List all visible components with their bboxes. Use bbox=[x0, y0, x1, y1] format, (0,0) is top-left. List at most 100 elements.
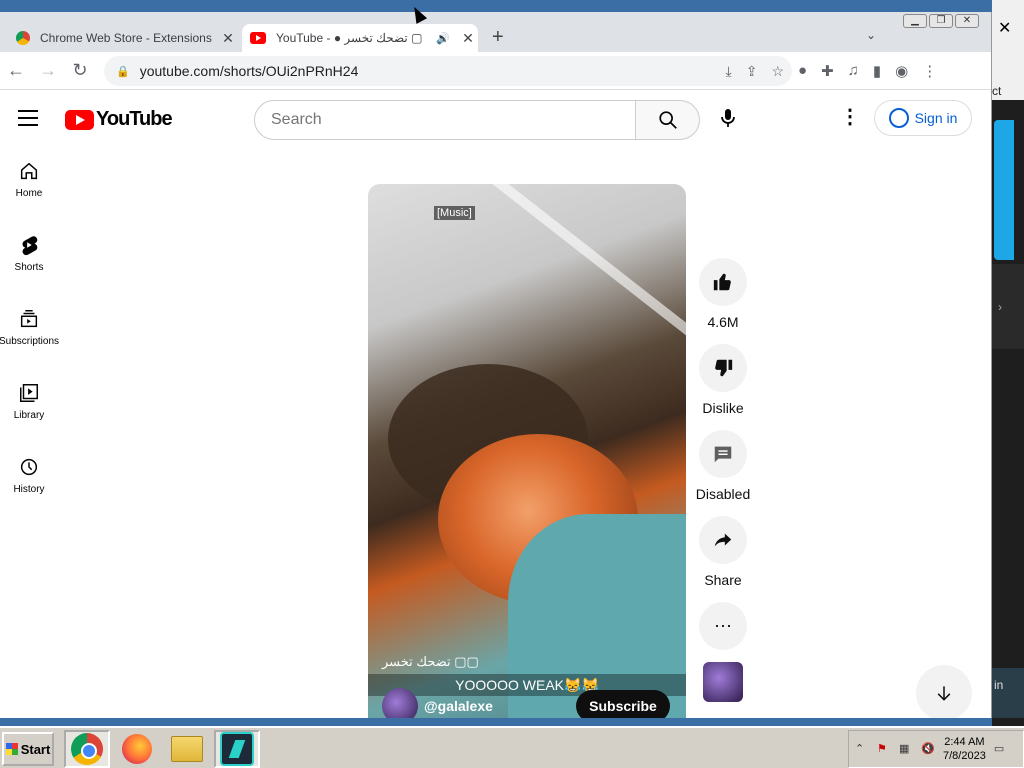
clock-time: 2:44 AM bbox=[944, 736, 985, 748]
dislike-label: Dislike bbox=[702, 400, 744, 416]
background-window-text: ct bbox=[992, 84, 1002, 98]
microphone-icon[interactable] bbox=[716, 106, 740, 130]
firefox-icon bbox=[122, 734, 152, 764]
sign-in-label: Sign in bbox=[914, 110, 958, 126]
taskbar-explorer[interactable] bbox=[164, 730, 210, 768]
install-app-icon[interactable]: ⤓ bbox=[726, 63, 732, 80]
youtube-header: YouTube ⋮ Sign in bbox=[0, 90, 991, 146]
forward-button[interactable]: → bbox=[32, 60, 64, 81]
subscribe-button[interactable]: Subscribe bbox=[576, 690, 670, 718]
extension-bulb-icon[interactable]: ● bbox=[798, 62, 807, 80]
video-title[interactable]: تضحك تخسر ▢▢ bbox=[382, 654, 479, 670]
new-tab-button[interactable]: + bbox=[492, 26, 504, 49]
taskbar-firefox[interactable] bbox=[114, 730, 160, 768]
sidebar-item-label: History bbox=[13, 484, 45, 495]
sound-avatar[interactable] bbox=[703, 662, 743, 702]
search-button[interactable] bbox=[636, 100, 700, 140]
comments-action: Disabled bbox=[696, 430, 750, 504]
tab-title: Chrome Web Store - Extensions bbox=[40, 31, 212, 45]
sidebar-item-library[interactable]: Library bbox=[0, 368, 58, 442]
tab-search-chevron-icon[interactable]: ⌄ bbox=[866, 28, 876, 42]
settings-kebab-icon[interactable]: ⋮ bbox=[840, 104, 860, 129]
address-bar[interactable]: 🔒 youtube.com/shorts/OUi2nPRnH24 ⤓ ⇪ ☆ bbox=[104, 56, 792, 86]
shorts-video-player[interactable]: [Music] تضحك تخسر ▢▢ YOOOOO WEAK😹😹 @gala… bbox=[368, 184, 686, 718]
sidebar-item-shorts[interactable]: Shorts bbox=[0, 220, 58, 294]
youtube-play-icon bbox=[65, 109, 94, 130]
security-alert-icon[interactable]: ⚑ bbox=[877, 742, 891, 756]
search-input[interactable] bbox=[254, 100, 636, 140]
close-window-button[interactable]: ✕ bbox=[955, 14, 979, 28]
tab-chrome-web-store[interactable]: Chrome Web Store - Extensions ✕ bbox=[8, 24, 238, 52]
lock-icon[interactable]: 🔒 bbox=[116, 65, 130, 78]
profile-icon[interactable]: ◉ bbox=[895, 62, 908, 80]
speaker-icon[interactable]: 🔊 bbox=[436, 32, 450, 45]
back-button[interactable]: ← bbox=[0, 60, 32, 81]
start-button[interactable]: Start bbox=[2, 732, 54, 766]
system-tray: ⌃ ⚑ ▦ 🔇 2:44 AM 7/8/2023 ▭ bbox=[848, 730, 1024, 768]
minimize-button[interactable]: ▁ bbox=[903, 14, 927, 28]
close-icon[interactable]: ✕ bbox=[998, 18, 1011, 38]
menu-icon[interactable] bbox=[18, 110, 38, 131]
comments-label: Disabled bbox=[695, 486, 751, 502]
sidebar-item-subscriptions[interactable]: Subscriptions bbox=[0, 294, 60, 368]
reload-button[interactable]: ↻ bbox=[64, 60, 96, 81]
taskbar-filmora[interactable] bbox=[214, 730, 260, 768]
tab-youtube[interactable]: YouTube - ● تضحك تخسر ▢ 🔊 ✕ bbox=[242, 24, 478, 52]
volume-muted-icon[interactable]: 🔇 bbox=[921, 742, 935, 756]
arrow-down-icon bbox=[937, 686, 951, 701]
dislike-action: Dislike bbox=[699, 344, 747, 418]
sidebar-item-label: Subscriptions bbox=[0, 336, 60, 347]
start-label: Start bbox=[20, 741, 51, 757]
like-button[interactable] bbox=[699, 258, 747, 306]
comment-icon bbox=[714, 446, 732, 463]
share-action: Share bbox=[699, 516, 747, 590]
youtube-logo[interactable]: YouTube bbox=[65, 108, 173, 131]
more-options-icon[interactable]: ⋯ bbox=[699, 602, 747, 650]
bookmark-star-icon[interactable]: ☆ bbox=[771, 63, 784, 80]
shorts-action-bar: 4.6M Dislike Disabled Share ⋯ bbox=[696, 258, 750, 702]
more-action: ⋯ bbox=[699, 602, 747, 650]
media-control-icon[interactable]: ♫ bbox=[848, 62, 859, 80]
channel-avatar[interactable] bbox=[382, 688, 418, 718]
chrome-icon bbox=[71, 733, 103, 765]
channel-info[interactable]: @galalexe bbox=[382, 688, 493, 718]
clock-date: 7/8/2023 bbox=[943, 750, 986, 762]
search-bar bbox=[254, 100, 700, 140]
background-window-arrow: › bbox=[992, 264, 1024, 349]
tab-close-icon[interactable]: ✕ bbox=[218, 30, 238, 47]
next-video-button[interactable] bbox=[916, 665, 972, 718]
logo-text: YouTube bbox=[96, 108, 173, 130]
network-icon[interactable]: ▦ bbox=[899, 742, 913, 756]
share-button[interactable] bbox=[699, 516, 747, 564]
channel-name[interactable]: @galalexe bbox=[424, 698, 493, 714]
sign-in-button[interactable]: Sign in bbox=[874, 100, 972, 136]
sidebar-item-label: Home bbox=[15, 188, 43, 199]
folder-icon bbox=[171, 736, 203, 762]
windows-flag-icon bbox=[5, 743, 18, 755]
history-icon bbox=[20, 458, 38, 476]
show-desktop-icon[interactable]: ▭ bbox=[994, 742, 1008, 756]
side-panel-icon[interactable]: ▮ bbox=[873, 62, 881, 80]
library-icon bbox=[20, 384, 38, 402]
extensions-puzzle-icon[interactable]: ✚ bbox=[821, 62, 834, 80]
restore-button[interactable]: ❐ bbox=[929, 14, 953, 28]
clock[interactable]: 2:44 AM 7/8/2023 bbox=[943, 735, 986, 763]
sidebar-item-home[interactable]: Home bbox=[0, 146, 58, 220]
filmora-icon bbox=[220, 732, 254, 766]
taskbar-chrome[interactable] bbox=[64, 730, 110, 768]
dislike-button[interactable] bbox=[699, 344, 747, 392]
chrome-web-store-favicon bbox=[16, 31, 30, 45]
youtube-page: YouTube ⋮ Sign in Home Shorts bbox=[0, 90, 991, 718]
browser-menu-icon[interactable]: ⋮ bbox=[922, 62, 937, 80]
tab-close-icon[interactable]: ✕ bbox=[458, 30, 478, 47]
thumbs-down-icon bbox=[715, 359, 733, 377]
comments-button[interactable] bbox=[699, 430, 747, 478]
show-hidden-icons-chevron-icon[interactable]: ⌃ bbox=[855, 742, 869, 756]
sidebar-item-history[interactable]: History bbox=[0, 442, 58, 516]
desktop-background: ✕ ct › in bbox=[992, 0, 1024, 728]
youtube-favicon bbox=[250, 32, 266, 44]
shorts-icon bbox=[22, 236, 38, 256]
music-caption: [Music] bbox=[434, 206, 475, 220]
background-window-text-bottom: in bbox=[992, 668, 1024, 718]
share-icon[interactable]: ⇪ bbox=[746, 63, 758, 80]
